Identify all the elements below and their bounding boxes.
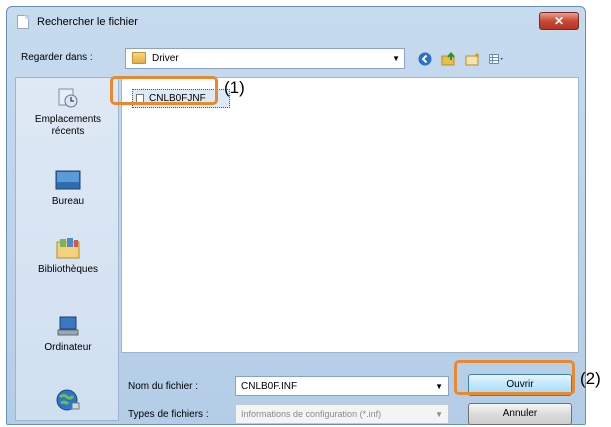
window-title: Rechercher le fichier xyxy=(37,16,138,28)
toolbar xyxy=(417,49,505,69)
file-highlight-annotation xyxy=(110,76,218,105)
computer-icon xyxy=(55,314,81,338)
place-libraries[interactable]: Bibliothèques xyxy=(16,236,120,276)
places-bar: Emplacements récents Bureau Bibliothèque… xyxy=(15,77,119,421)
chevron-down-icon[interactable]: ▼ xyxy=(435,410,443,419)
place-recent-label-1: Emplacements xyxy=(34,114,102,125)
chevron-down-icon[interactable]: ▼ xyxy=(392,54,400,63)
place-desktop[interactable]: Bureau xyxy=(16,168,120,208)
new-folder-icon[interactable] xyxy=(465,51,481,67)
filename-input[interactable]: CNLB0F.INF ▼ xyxy=(235,376,449,396)
open-highlight-annotation xyxy=(454,360,575,395)
view-menu-icon[interactable] xyxy=(489,51,505,67)
folder-icon xyxy=(132,52,146,64)
look-in-dropdown[interactable]: Driver ▼ xyxy=(125,48,405,69)
place-recent-label-2: récents xyxy=(51,126,85,137)
filename-value: CNLB0F.INF xyxy=(241,381,298,392)
chevron-down-icon[interactable]: ▼ xyxy=(435,382,443,391)
look-in-value: Driver xyxy=(152,53,179,64)
desktop-icon xyxy=(55,168,81,192)
look-in-label: Regarder dans : xyxy=(21,52,93,63)
filetype-value: Informations de configuration (*.inf) xyxy=(241,409,382,419)
document-icon xyxy=(17,15,29,29)
filetype-select[interactable]: Informations de configuration (*.inf) ▼ xyxy=(235,404,449,424)
back-icon[interactable] xyxy=(417,51,433,67)
place-recent[interactable]: Emplacements récents xyxy=(16,86,120,138)
callout-2: (2) xyxy=(580,369,601,388)
place-computer-label: Ordinateur xyxy=(44,342,92,353)
place-computer[interactable]: Ordinateur xyxy=(16,314,120,354)
filename-label: Nom du fichier : xyxy=(128,381,199,392)
close-button[interactable]: ✕ xyxy=(539,12,579,30)
place-desktop-label: Bureau xyxy=(51,196,85,207)
place-libraries-label: Bibliothèques xyxy=(37,264,99,275)
look-in-row: Regarder dans : Driver ▼ xyxy=(15,47,579,71)
filetype-label: Types de fichiers : xyxy=(128,409,209,420)
libraries-icon xyxy=(55,236,81,260)
network-globe-icon xyxy=(55,388,81,412)
cancel-button[interactable]: Annuler xyxy=(468,403,572,425)
callout-1: (1) xyxy=(224,78,245,97)
up-folder-icon[interactable] xyxy=(441,51,457,67)
title-bar[interactable]: Rechercher le fichier ✕ xyxy=(7,7,585,37)
recent-places-icon xyxy=(55,86,81,110)
place-network[interactable] xyxy=(16,388,120,412)
file-list[interactable]: CNLB0FJNF xyxy=(121,77,579,353)
